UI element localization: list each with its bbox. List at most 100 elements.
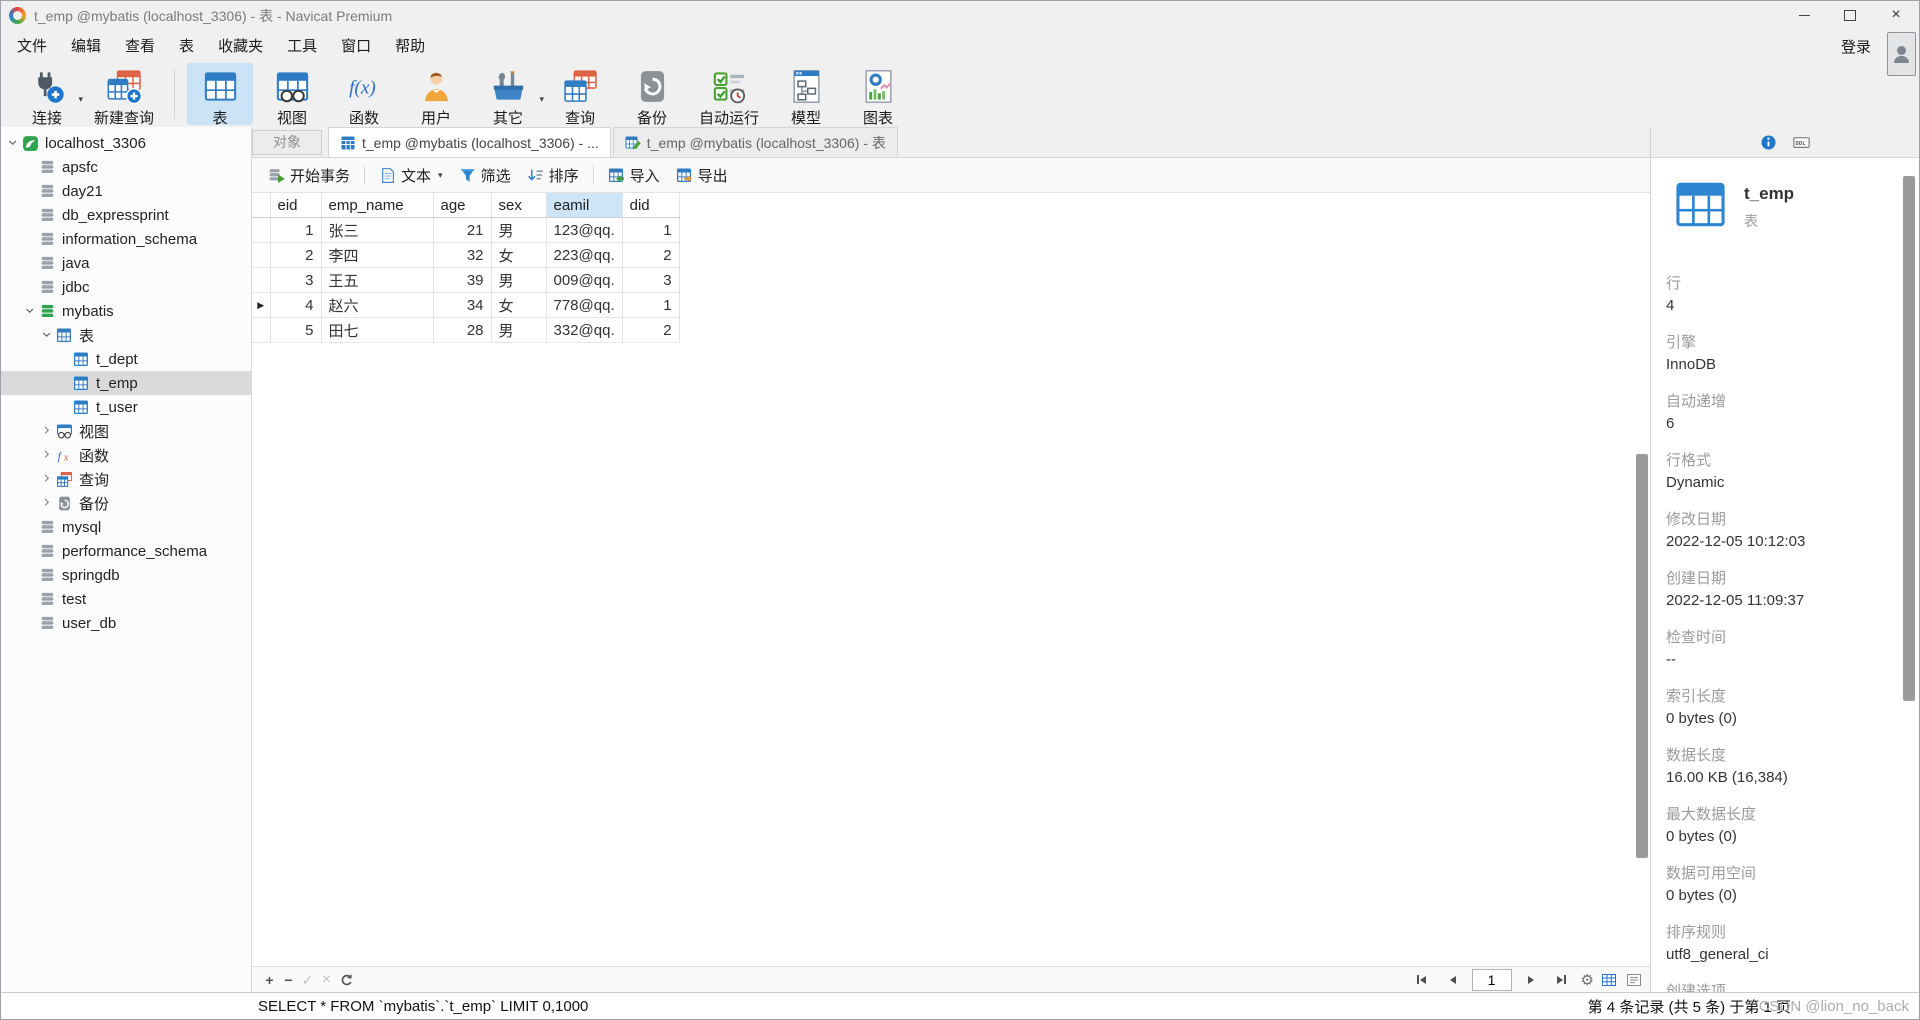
chevron-open-icon[interactable] xyxy=(41,328,54,342)
form-view-toggle[interactable] xyxy=(1626,972,1644,988)
cell-age[interactable]: 28 xyxy=(433,317,492,343)
cell-eid[interactable]: 4 xyxy=(270,292,322,318)
first-record-button[interactable] xyxy=(1410,970,1434,990)
table-toolbar-导出[interactable]: 导出 xyxy=(668,165,736,186)
menu-item-收藏夹[interactable]: 收藏夹 xyxy=(206,31,275,60)
tree-item-information-schema[interactable]: information_schema xyxy=(1,227,251,251)
tree-item-t-emp[interactable]: t_emp xyxy=(1,371,251,395)
info-tab-icon[interactable] xyxy=(1760,134,1777,151)
table-toolbar-文本[interactable]: 文本 ▾ xyxy=(371,165,451,186)
menu-item-窗口[interactable]: 窗口 xyxy=(329,31,383,60)
toolbar-button-模型[interactable]: 模型 xyxy=(773,63,839,127)
cell-emp_name[interactable]: 张三 xyxy=(321,217,434,243)
tree-item-test[interactable]: test xyxy=(1,587,251,611)
cell-age[interactable]: 34 xyxy=(433,292,492,318)
cell-sex[interactable]: 女 xyxy=(491,292,547,318)
tree-item-查询[interactable]: 查询 xyxy=(1,467,251,491)
menu-item-工具[interactable]: 工具 xyxy=(275,31,329,60)
chevron-closed-icon[interactable] xyxy=(41,448,54,462)
tree-item-localhost-3306[interactable]: localhost_3306 xyxy=(1,131,251,155)
cell-sex[interactable]: 男 xyxy=(491,217,547,243)
dropdown-caret-icon[interactable]: ▾ xyxy=(438,170,443,181)
maximize-button[interactable] xyxy=(1827,1,1873,29)
cell-eamil[interactable]: 009@qq. xyxy=(546,267,623,293)
settings-gear-button[interactable]: ⚙ xyxy=(1581,971,1594,989)
next-page-button[interactable] xyxy=(1519,970,1543,990)
tree-item-user-db[interactable]: user_db xyxy=(1,611,251,635)
cell-eamil[interactable]: 123@qq. xyxy=(546,217,623,243)
chevron-open-icon[interactable] xyxy=(7,136,20,150)
apply-changes-button[interactable]: ✓ xyxy=(298,973,317,987)
tree-item-t-user[interactable]: t_user xyxy=(1,395,251,419)
cell-did[interactable]: 2 xyxy=(622,242,680,268)
chevron-closed-icon[interactable] xyxy=(41,472,54,486)
toolbar-button-用户[interactable]: 用户 xyxy=(403,63,469,127)
cell-emp_name[interactable]: 王五 xyxy=(321,267,434,293)
menu-item-编辑[interactable]: 编辑 xyxy=(59,31,113,60)
cell-did[interactable]: 2 xyxy=(622,317,680,343)
toolbar-button-备份[interactable]: 备份 xyxy=(619,63,685,127)
toolbar-button-图表[interactable]: 图表 xyxy=(845,63,911,127)
column-header-sex[interactable]: sex xyxy=(491,193,547,218)
tree-item-java[interactable]: java xyxy=(1,251,251,275)
tree-item-jdbc[interactable]: jdbc xyxy=(1,275,251,299)
row-selector[interactable] xyxy=(252,317,271,343)
discard-changes-button[interactable]: × xyxy=(317,971,336,988)
cell-emp_name[interactable]: 李四 xyxy=(321,242,434,268)
previous-page-button[interactable] xyxy=(1441,970,1465,990)
cell-did[interactable]: 1 xyxy=(622,217,680,243)
add-record-button[interactable]: + xyxy=(260,973,279,987)
table-toolbar-排序[interactable]: 排序 xyxy=(519,165,587,186)
menu-item-查看[interactable]: 查看 xyxy=(113,31,167,60)
tree-item-视图[interactable]: 视图 xyxy=(1,419,251,443)
toolbar-button-连接[interactable]: ▾ 连接 xyxy=(14,63,83,127)
cell-sex[interactable]: 女 xyxy=(491,242,547,268)
ddl-tab-icon[interactable]: DDL xyxy=(1793,134,1810,151)
dropdown-caret-icon[interactable]: ▾ xyxy=(539,94,544,105)
tab-objects[interactable]: 对象 xyxy=(252,129,322,155)
toolbar-button-函数[interactable]: f(x) 函数 xyxy=(331,63,397,127)
row-selector[interactable] xyxy=(252,267,271,293)
toolbar-button-查询[interactable]: 查询 xyxy=(547,63,613,127)
cell-age[interactable]: 32 xyxy=(433,242,492,268)
row-selector[interactable] xyxy=(252,217,271,243)
login-link[interactable]: 登录 xyxy=(1841,36,1871,57)
tab-t-emp-1[interactable]: t_emp @mybatis (localhost_3306) - ... xyxy=(328,127,611,157)
dropdown-caret-icon[interactable]: ▾ xyxy=(78,94,83,105)
cell-eamil[interactable]: 332@qq. xyxy=(546,317,623,343)
cell-did[interactable]: 1 xyxy=(622,292,680,318)
cell-eamil[interactable]: 223@qq. xyxy=(546,242,623,268)
menu-item-帮助[interactable]: 帮助 xyxy=(383,31,437,60)
cell-eid[interactable]: 3 xyxy=(270,267,322,293)
tree-item-mysql[interactable]: mysql xyxy=(1,515,251,539)
tree-item-apsfc[interactable]: apsfc xyxy=(1,155,251,179)
info-panel-scrollbar[interactable] xyxy=(1903,176,1915,701)
row-selector[interactable] xyxy=(252,242,271,268)
column-header-emp-name[interactable]: emp_name xyxy=(321,193,434,218)
cell-emp_name[interactable]: 田七 xyxy=(321,317,434,343)
cell-eid[interactable]: 5 xyxy=(270,317,322,343)
tree-item-t-dept[interactable]: t_dept xyxy=(1,347,251,371)
toolbar-button-视图[interactable]: 视图 xyxy=(259,63,325,127)
cell-age[interactable]: 39 xyxy=(433,267,492,293)
column-header-eamil[interactable]: eamil xyxy=(546,193,623,218)
cell-sex[interactable]: 男 xyxy=(491,267,547,293)
tree-item-springdb[interactable]: springdb xyxy=(1,563,251,587)
toolbar-button-表[interactable]: 表 xyxy=(187,63,254,127)
delete-record-button[interactable]: − xyxy=(279,973,298,987)
table-toolbar-开始事务[interactable]: 开始事务 xyxy=(260,165,358,186)
column-header-did[interactable]: did xyxy=(622,193,680,218)
refresh-button[interactable] xyxy=(336,973,355,987)
minimize-button[interactable] xyxy=(1781,1,1827,29)
tree-item-day21[interactable]: day21 xyxy=(1,179,251,203)
cell-eid[interactable]: 2 xyxy=(270,242,322,268)
close-button[interactable]: × xyxy=(1873,1,1919,29)
column-header-eid[interactable]: eid xyxy=(270,193,322,218)
row-selector-current[interactable]: ▶ xyxy=(252,292,271,318)
cell-sex[interactable]: 男 xyxy=(491,317,547,343)
cell-did[interactable]: 3 xyxy=(622,267,680,293)
page-number-input[interactable] xyxy=(1471,968,1512,991)
column-header-age[interactable]: age xyxy=(433,193,492,218)
tree-item-db-expressprint[interactable]: db_expressprint xyxy=(1,203,251,227)
menu-item-表[interactable]: 表 xyxy=(167,31,206,60)
